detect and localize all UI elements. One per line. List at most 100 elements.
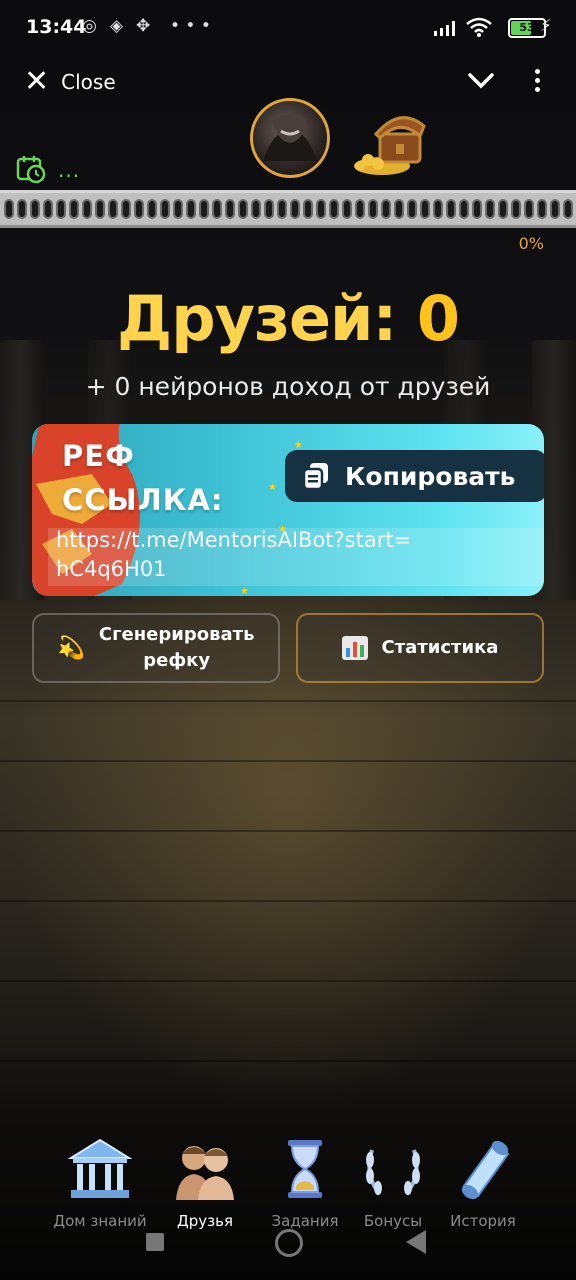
nav-item-friends[interactable]: Друзья [150, 1130, 260, 1234]
back-button[interactable] [406, 1230, 426, 1254]
avatar[interactable] [250, 98, 330, 178]
chain-link [134, 199, 144, 219]
friends-busts-icon [176, 1146, 234, 1200]
chain-link [446, 199, 456, 219]
chevron-down-icon[interactable] [464, 64, 498, 98]
more-menu-button[interactable] [524, 66, 550, 96]
chain-link [303, 199, 313, 219]
chain-link [394, 199, 404, 219]
chain-link [95, 199, 105, 219]
sparkle-icon: ★ [294, 440, 303, 451]
chain-link [472, 199, 482, 219]
chain-link [82, 199, 92, 219]
chain-link [121, 199, 131, 219]
chain-link [407, 199, 417, 219]
timer-icon [16, 156, 46, 184]
battery-level: 53 [519, 21, 535, 34]
nav-item-history[interactable]: История [428, 1130, 538, 1234]
laurel-wreath-icon [366, 1149, 420, 1196]
treasure-chest-icon[interactable] [350, 104, 428, 180]
chain-link [147, 199, 157, 219]
sparkle-icon: ★ [268, 482, 277, 493]
chain-link [264, 199, 274, 219]
chain-link [316, 199, 326, 219]
copy-button[interactable]: Копировать [285, 450, 544, 502]
chain-link [30, 199, 40, 219]
close-icon: ✕ [24, 64, 50, 99]
chain-link [56, 199, 66, 219]
sparkle-icon: ★ [240, 586, 249, 596]
chain-link [563, 199, 573, 219]
chain-link [485, 199, 495, 219]
chain-link [4, 199, 14, 219]
progress-percent: 0% [518, 234, 544, 253]
chain-link [199, 199, 209, 219]
chain-link [433, 199, 443, 219]
chain-link [537, 199, 547, 219]
referral-card[interactable]: РЕФ ССЫЛКА: Копировать https://t.me/Ment… [32, 424, 544, 596]
page-title: Друзей: 0 [0, 282, 576, 355]
ref-title-line2: ССЫЛКА: [62, 483, 224, 517]
system-nav-bar [0, 1226, 576, 1260]
binance-icon: ◈ [110, 16, 124, 36]
progress-chain [4, 199, 576, 219]
chain-link [277, 199, 287, 219]
chain-link [511, 199, 521, 219]
bar-chart-icon [341, 636, 368, 660]
chain-link [108, 199, 118, 219]
generate-ref-line1: Сгенерировать [98, 624, 255, 645]
close-button[interactable]: ✕ Close [24, 64, 116, 100]
more-dots-icon: • • • [170, 16, 211, 36]
chain-link [498, 199, 508, 219]
status-bar: 13:44 ◎ ◈ ✥ • • • 53 ⚡ [0, 0, 576, 56]
copy-icon [302, 463, 328, 491]
nav-item-knowledge-house[interactable]: Дом знаний [45, 1130, 155, 1234]
income-subtitle: + 0 нейронов доход от друзей [85, 372, 491, 401]
close-label: Close [61, 70, 116, 94]
friends-count: 0 [416, 282, 460, 355]
ref-title: РЕФ ССЫЛКА: [62, 434, 223, 522]
home-button[interactable] [275, 1229, 303, 1257]
timer-value: ... [58, 158, 81, 182]
charging-icon: ⚡ [540, 16, 552, 36]
temple-icon [67, 1138, 133, 1198]
hourglass-icon [288, 1140, 322, 1198]
ref-link[interactable]: https://t.me/MentorisAIBot?start=hC4q6H0… [56, 526, 416, 584]
chain-link [368, 199, 378, 219]
chain-link [524, 199, 534, 219]
chain-link [355, 199, 365, 219]
generate-ref-line2: рефку [143, 650, 211, 671]
progress-bar [0, 190, 576, 228]
chain-link [550, 199, 560, 219]
dizzy-star-icon: 💫 [57, 635, 85, 661]
chain-link [69, 199, 79, 219]
copy-label: Копировать [345, 461, 516, 491]
chain-link [342, 199, 352, 219]
chain-link [381, 199, 391, 219]
friends-title-label: Друзей: [116, 282, 397, 355]
statistics-label: Статистика [381, 637, 499, 658]
chain-link [173, 199, 183, 219]
chain-link [420, 199, 430, 219]
sparkle-icon: ★ [278, 524, 287, 535]
chain-link [225, 199, 235, 219]
chain-link [186, 199, 196, 219]
scroll-icon [461, 1140, 510, 1200]
chain-link [17, 199, 27, 219]
chain-link [43, 199, 53, 219]
recent-apps-button[interactable] [146, 1233, 164, 1251]
wifi-icon [466, 17, 492, 37]
chain-link [329, 199, 339, 219]
status-time: 13:44 [26, 16, 87, 38]
bottom-nav: Дом знаний Друзья Задания Бонусы История [0, 1130, 576, 1234]
statistics-button[interactable]: Статистика [296, 613, 544, 683]
generate-ref-label: Сгенерировать рефку [99, 622, 255, 674]
chain-link [212, 199, 222, 219]
ref-title-line1: РЕФ [62, 439, 135, 473]
chain-link [459, 199, 469, 219]
move-icon: ✥ [136, 16, 151, 36]
vpn-icon: ◎ [82, 16, 97, 36]
generate-ref-button[interactable]: 💫 Сгенерировать рефку [32, 613, 280, 683]
chain-link [290, 199, 300, 219]
signal-icon [434, 21, 455, 36]
